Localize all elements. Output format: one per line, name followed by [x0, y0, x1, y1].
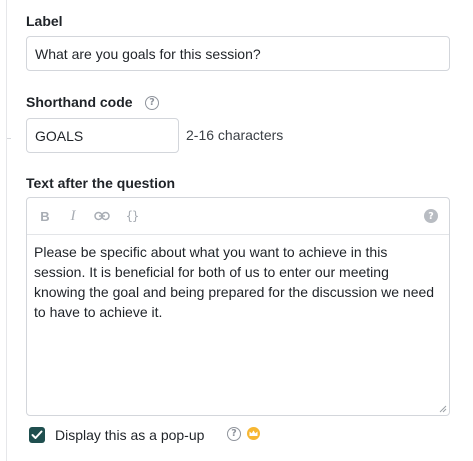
- popup-checkbox[interactable]: [29, 427, 45, 443]
- label-input[interactable]: What are you goals for this session?: [26, 36, 450, 71]
- crown-icon[interactable]: [247, 427, 260, 440]
- italic-button[interactable]: I: [67, 208, 79, 224]
- shorthand-code-value: GOALS: [35, 127, 84, 144]
- shorthand-code-title: Shorthand code: [26, 94, 133, 110]
- text-after-question-title: Text after the question: [26, 175, 176, 191]
- editor-toolbar: B I {} ?: [27, 198, 449, 235]
- popup-checkbox-label[interactable]: Display this as a pop-up: [55, 427, 204, 443]
- bold-button[interactable]: B: [39, 208, 51, 224]
- question-filled-icon[interactable]: ?: [424, 209, 438, 223]
- code-variable-button[interactable]: {}: [123, 208, 141, 224]
- shorthand-code-input[interactable]: GOALS: [26, 118, 179, 153]
- editor-body-text[interactable]: Please be specific about what you want t…: [34, 242, 442, 322]
- label-field-title: Label: [26, 13, 63, 29]
- label-input-value: What are you goals for this session?: [35, 45, 261, 62]
- panel-divider: [7, 138, 11, 139]
- question-circle-icon[interactable]: ?: [145, 96, 159, 110]
- check-icon: [31, 430, 43, 439]
- resize-grip-icon[interactable]: [438, 404, 447, 413]
- shorthand-char-hint: 2-16 characters: [186, 127, 284, 143]
- link-icon[interactable]: [93, 208, 111, 224]
- question-circle-icon[interactable]: ?: [227, 427, 241, 441]
- rich-text-editor[interactable]: B I {} ? Please be specific about what y…: [26, 197, 450, 416]
